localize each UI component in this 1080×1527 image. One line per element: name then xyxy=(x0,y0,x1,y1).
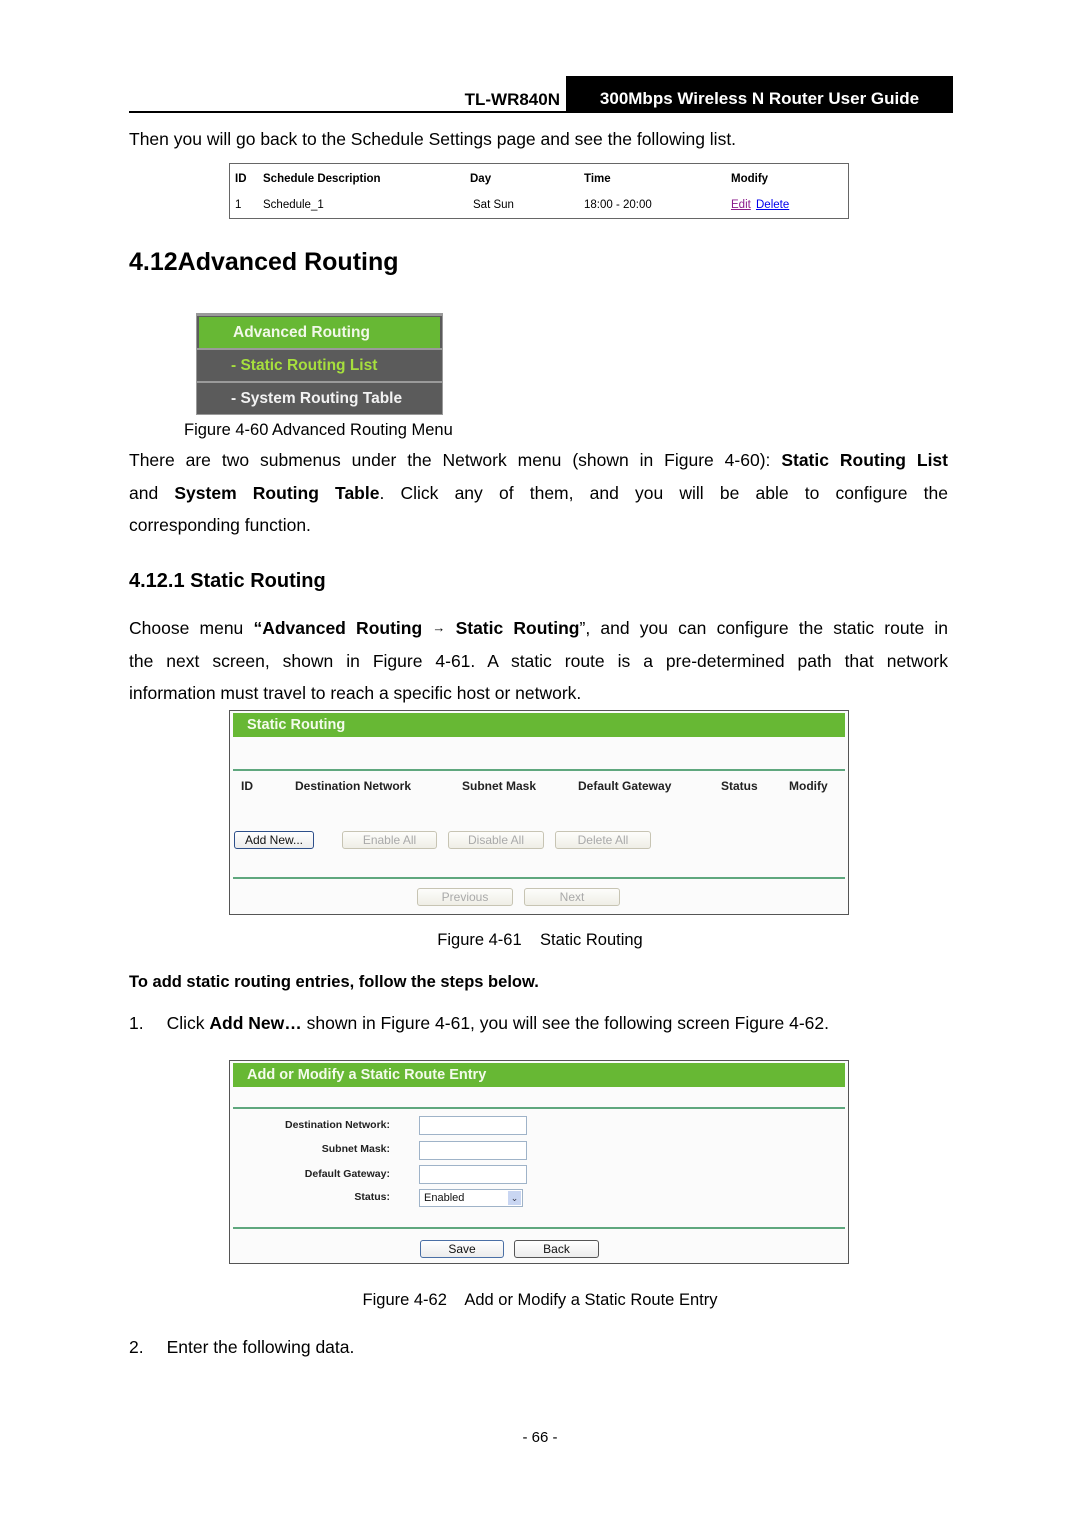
header-rule xyxy=(129,111,953,113)
para1-line2: and System Routing Table. Click any of t… xyxy=(129,477,948,510)
subnet-mask-input[interactable] xyxy=(419,1141,527,1160)
delete-link[interactable]: Delete xyxy=(756,199,789,211)
status-selected-value: Enabled xyxy=(424,1192,465,1204)
default-gateway-input[interactable] xyxy=(419,1165,527,1184)
arrow-right-icon: → xyxy=(432,620,446,635)
figure-caption-4-61: Figure 4-61 Static Routing xyxy=(437,931,643,949)
chevron-down-icon[interactable]: ⌄ xyxy=(508,1191,521,1205)
add-new-button[interactable]: Add New... xyxy=(234,831,314,849)
para1-text: and xyxy=(129,482,175,503)
col-day: Day xyxy=(470,173,492,185)
para2-line3: information must travel to reach a speci… xyxy=(129,683,582,703)
edit-link[interactable]: Edit xyxy=(731,199,751,211)
menu-item-system-routing-table[interactable]: - System Routing Table xyxy=(199,383,440,414)
step-number: 1. xyxy=(129,1013,144,1033)
col-subnet-mask: Subnet Mask xyxy=(462,779,537,793)
status-label: Status: xyxy=(354,1191,390,1203)
destination-network-input[interactable] xyxy=(419,1116,527,1135)
col-id: ID xyxy=(235,173,247,185)
para1-text: There are two submenus under the Network… xyxy=(129,450,782,470)
panel-divider xyxy=(233,769,845,771)
col-status: Status xyxy=(721,779,758,793)
section-heading: 4.12Advanced Routing xyxy=(129,248,399,277)
para2-line2: the next screen, shown in Figure 4-61. A… xyxy=(129,650,948,671)
disable-all-button[interactable]: Disable All xyxy=(448,831,544,849)
default-gateway-label: Default Gateway: xyxy=(304,1168,390,1180)
static-routing-panel: Static Routing ID Destination Network Su… xyxy=(229,710,849,915)
intro-text: Then you will go back to the Schedule Se… xyxy=(129,129,737,149)
para1-bold-static-routing-list: Static Routing List xyxy=(781,450,948,470)
col-default-gateway: Default Gateway xyxy=(578,779,672,793)
menu-divider xyxy=(197,314,442,316)
para2-bold-submenu: Static Routing xyxy=(455,618,580,638)
advanced-routing-menu: Advanced Routing - Static Routing List -… xyxy=(196,313,443,415)
panel-title: Add or Modify a Static Route Entry xyxy=(233,1063,845,1087)
subsection-heading: 4.12.1 Static Routing xyxy=(129,570,326,593)
step-text: Enter the following data. xyxy=(166,1337,355,1357)
back-button[interactable]: Back xyxy=(514,1240,599,1258)
delete-all-button[interactable]: Delete All xyxy=(555,831,651,849)
row-time: 18:00 - 20:00 xyxy=(584,199,652,211)
col-id: ID xyxy=(241,779,253,793)
panel-title: Static Routing xyxy=(233,713,845,737)
add-static-route-panel: Add or Modify a Static Route Entry Desti… xyxy=(229,1060,849,1264)
step-2: 2. Enter the following data. xyxy=(129,1331,354,1364)
section-title: Advanced Routing xyxy=(177,248,399,276)
para2-bold-menu: “Advanced Routing xyxy=(253,618,423,638)
page-number: - 66 - xyxy=(522,1429,558,1446)
para2-text: Choose menu xyxy=(129,618,254,638)
panel-divider xyxy=(233,1227,845,1229)
next-button[interactable]: Next xyxy=(524,888,620,906)
step-text: Click xyxy=(166,1013,210,1033)
schedule-table-header: ID Schedule Description Day Time Modify xyxy=(230,173,848,191)
schedule-table: ID Schedule Description Day Time Modify … xyxy=(229,163,849,219)
paragraph-submenus: There are two submenus under the Network… xyxy=(129,444,948,542)
step-number: 2. xyxy=(129,1337,144,1357)
save-button[interactable]: Save xyxy=(420,1240,504,1258)
para1-bold-system-routing-table: System Routing Table xyxy=(174,482,380,503)
para2-line1: Choose menu “Advanced Routing → Static R… xyxy=(129,612,948,645)
figure-caption-4-62: Figure 4-62 Add or Modify a Static Route… xyxy=(362,1291,718,1309)
figure-caption-4-60: Figure 4-60 Advanced Routing Menu xyxy=(184,421,453,439)
step-1: 1. Click Add New… shown in Figure 4-61, y… xyxy=(129,1007,829,1040)
subnet-mask-label: Subnet Mask: xyxy=(321,1143,390,1155)
para1-line3: corresponding function. xyxy=(129,515,311,535)
col-description: Schedule Description xyxy=(263,173,381,185)
menu-item-static-routing-list[interactable]: - Static Routing List xyxy=(199,350,440,381)
col-modify: Modify xyxy=(731,173,769,185)
row-day: Sat Sun xyxy=(473,199,514,211)
panel-divider xyxy=(233,1107,845,1109)
table-row: 1 Schedule_1 Sat Sun 18:00 - 20:00 Edit … xyxy=(230,199,848,217)
steps-heading: To add static routing entries, follow th… xyxy=(129,973,539,991)
para1-line1: There are two submenus under the Network… xyxy=(129,444,948,477)
paragraph-static-routing: Choose menu “Advanced Routing → Static R… xyxy=(129,612,948,710)
model-name: TL-WR840N xyxy=(464,90,560,109)
menu-item-advanced-routing[interactable]: Advanced Routing xyxy=(199,317,440,348)
para2-text: ”, and you can configure the static rout… xyxy=(579,618,949,638)
previous-button[interactable]: Previous xyxy=(417,888,513,906)
col-modify: Modify xyxy=(789,779,828,793)
col-destination-network: Destination Network xyxy=(295,779,412,793)
para1-text: . Click any of them, and you will be abl… xyxy=(379,482,948,503)
destination-network-label: Destination Network: xyxy=(284,1119,390,1131)
subsection-number: 4.12.1 xyxy=(129,570,185,592)
subsection-title: Static Routing xyxy=(190,570,326,592)
row-description: Schedule_1 xyxy=(263,199,324,211)
col-time: Time xyxy=(584,173,611,185)
status-select[interactable]: Enabled ⌄ xyxy=(419,1189,523,1207)
guide-title: 300Mbps Wireless N Router User Guide xyxy=(566,76,953,113)
section-number: 4.12 xyxy=(129,248,178,276)
enable-all-button[interactable]: Enable All xyxy=(342,831,437,849)
panel-divider xyxy=(233,877,845,879)
step-text: shown in Figure 4-61, you will see the f… xyxy=(301,1013,829,1033)
row-id: 1 xyxy=(235,199,242,211)
step-bold-add-new: Add New… xyxy=(209,1013,302,1033)
